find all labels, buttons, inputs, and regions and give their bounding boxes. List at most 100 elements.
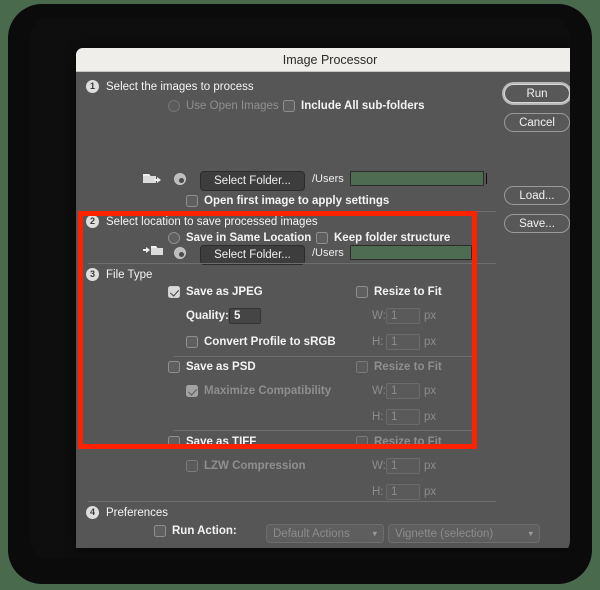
jpeg-resize-to-fit-row[interactable]: Resize to Fit [356,286,442,298]
save-same-location-row[interactable]: Save in Same Location [168,232,311,244]
maximize-compatibility-row[interactable]: Maximize Compatibility [186,385,331,397]
folder-export-icon [142,171,164,190]
source-path-input[interactable] [350,171,484,186]
save-as-jpeg-row[interactable]: Save as JPEG [168,286,263,298]
save-same-location-label: Save in Same Location [186,232,312,244]
dialog-body: 1 Select the images to process Use Open … [76,72,570,548]
jpeg-resize-to-fit-checkbox[interactable] [356,286,368,298]
maximize-compatibility-checkbox[interactable] [186,385,198,397]
run-button[interactable]: Run [504,84,570,103]
open-first-image-label: Open first image to apply settings [204,195,390,207]
tiff-height-unit: px [424,486,437,498]
dest-select-folder-button[interactable]: Select Folder... [200,245,305,265]
jpeg-quality-input[interactable]: 5 [229,308,261,324]
convert-profile-srgb-label: Convert Profile to sRGB [204,336,336,348]
source-folder-radio[interactable] [174,173,186,185]
save-as-psd-checkbox[interactable] [168,361,180,373]
save-as-psd-row[interactable]: Save as PSD [168,361,256,373]
section-2-title: Select location to save processed images [106,215,318,228]
save-same-location-radio[interactable] [168,232,180,244]
convert-profile-srgb-checkbox[interactable] [186,336,198,348]
psd-height-input[interactable]: 1 [386,409,420,425]
tiff-width-input[interactable]: 1 [386,458,420,474]
save-button[interactable]: Save... [504,214,570,233]
load-button[interactable]: Load... [504,186,570,205]
section-1-title: Select the images to process [106,80,254,93]
folder-import-icon [142,243,164,262]
psd-height-label: H: [372,411,384,423]
psd-height-unit: px [424,411,437,423]
step-1-badge: 1 [86,80,99,93]
jpeg-width-label: W: [372,310,386,322]
use-open-images-radio[interactable] [168,100,180,112]
psd-resize-to-fit-row[interactable]: Resize to Fit [356,361,442,373]
tiff-resize-to-fit-row[interactable]: Resize to Fit [356,436,442,448]
tiff-resize-to-fit-label: Resize to Fit [374,436,442,448]
dest-path-prefix: /Users [312,247,344,259]
include-subfolders-row[interactable]: Include All sub-folders [283,100,425,112]
psd-resize-to-fit-checkbox[interactable] [356,361,368,373]
include-subfolders-checkbox[interactable] [283,100,295,112]
cancel-button[interactable]: Cancel [504,113,570,132]
tiff-height-label: H: [372,486,384,498]
save-as-tiff-row[interactable]: Save as TIFF [168,436,256,448]
open-first-image-row[interactable]: Open first image to apply settings [186,195,389,207]
save-as-jpeg-checkbox[interactable] [168,286,180,298]
source-path-caret [486,173,487,184]
run-action-label: Run Action: [172,525,237,537]
tiff-width-label: W: [372,460,386,472]
save-as-tiff-checkbox[interactable] [168,436,180,448]
section-4-header: 4 Preferences [76,506,168,519]
jpeg-width-input[interactable]: 1 [386,308,420,324]
jpeg-height-input[interactable]: 1 [386,334,420,350]
keep-folder-structure-checkbox[interactable] [316,232,328,244]
save-as-tiff-label: Save as TIFF [186,436,257,448]
source-select-folder-button[interactable]: Select Folder... [200,171,305,191]
divider-psd-tiff [174,430,472,431]
action-set-value: Default Actions [273,527,350,540]
psd-width-label: W: [372,385,386,397]
dest-path-input[interactable] [350,245,472,260]
screen-area: Image Processor 1 Select the images to p… [30,18,570,558]
lzw-compression-checkbox[interactable] [186,460,198,472]
dialog-title: Image Processor [282,52,378,67]
section-3-header: 3 File Type [76,268,152,281]
tiff-width-unit: px [424,460,437,472]
use-open-images-label: Use Open Images [186,100,279,112]
section-4-title: Preferences [106,506,169,519]
maximize-compatibility-label: Maximize Compatibility [204,385,332,397]
use-open-images-row[interactable]: Use Open Images [168,100,279,112]
run-action-checkbox[interactable] [154,525,166,537]
save-as-psd-label: Save as PSD [186,361,256,373]
dialog-titlebar[interactable]: Image Processor [76,48,570,72]
psd-width-input[interactable]: 1 [386,383,420,399]
image-processor-dialog: Image Processor 1 Select the images to p… [76,48,570,548]
divider-jpeg-psd [174,356,472,357]
chevron-down-icon: ▾ [372,528,377,538]
jpeg-height-unit: px [424,336,437,348]
tiff-height-input[interactable]: 1 [386,484,420,500]
open-first-image-checkbox[interactable] [186,195,198,207]
action-set-dropdown[interactable]: Default Actions ▾ [266,524,384,543]
convert-profile-srgb-row[interactable]: Convert Profile to sRGB [186,336,336,348]
save-as-jpeg-label: Save as JPEG [186,286,263,298]
dest-folder-radio[interactable] [174,247,186,259]
lzw-compression-row[interactable]: LZW Compression [186,460,306,472]
keep-folder-structure-row[interactable]: Keep folder structure [316,232,450,244]
settings-column: 1 Select the images to process Use Open … [76,72,540,548]
source-path-prefix: /Users [312,173,344,185]
step-2-badge: 2 [86,215,99,228]
include-subfolders-label: Include All sub-folders [301,100,425,112]
device-frame: Image Processor 1 Select the images to p… [8,4,592,584]
jpeg-width-unit: px [424,310,437,322]
jpeg-quality-label: Quality: [186,310,229,322]
jpeg-resize-to-fit-label: Resize to Fit [374,286,442,298]
tiff-resize-to-fit-checkbox[interactable] [356,436,368,448]
lzw-compression-label: LZW Compression [204,460,306,472]
dest-path-caret [474,247,475,258]
jpeg-height-label: H: [372,336,384,348]
psd-width-unit: px [424,385,437,397]
action-button-column: Run Cancel Load... Save... [496,72,570,548]
run-action-row[interactable]: Run Action: [154,525,237,537]
section-2-header: 2 Select location to save processed imag… [76,215,318,228]
